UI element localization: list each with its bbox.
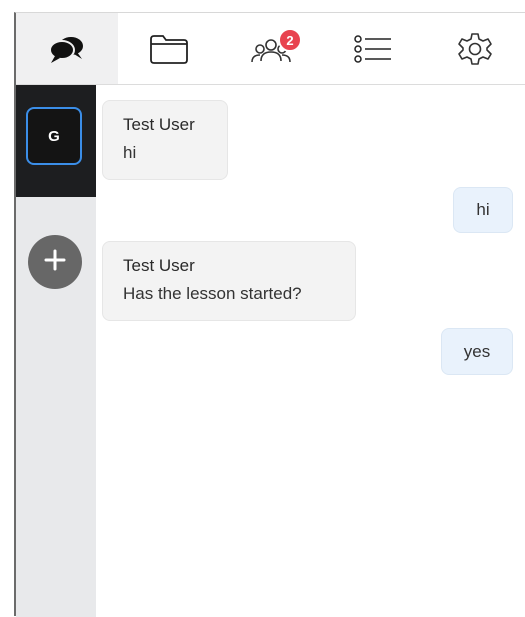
message-list: Test User hi hi Test User Has the lesson… bbox=[96, 85, 525, 617]
message-outgoing: yes bbox=[441, 328, 513, 375]
plus-icon bbox=[44, 249, 66, 276]
window-frame-top bbox=[0, 0, 525, 12]
active-workspace-highlight: G bbox=[16, 85, 96, 197]
chat-bubbles-icon bbox=[47, 34, 87, 64]
gear-icon bbox=[457, 31, 493, 67]
tab-settings[interactable] bbox=[424, 13, 525, 84]
workspace-initial: G bbox=[48, 127, 60, 145]
message-text: hi bbox=[476, 200, 490, 219]
message-text: hi bbox=[123, 143, 137, 162]
tab-bar: 2 bbox=[16, 13, 525, 85]
tab-list[interactable] bbox=[322, 13, 424, 84]
window-frame-left bbox=[0, 0, 14, 616]
workspace-sidebar: G bbox=[16, 85, 96, 617]
message-sender: Test User bbox=[123, 256, 195, 275]
workspace-g-button[interactable]: G bbox=[26, 107, 82, 165]
message-incoming: Test User Has the lesson started? bbox=[102, 241, 356, 321]
message-incoming: Test User hi bbox=[102, 100, 228, 180]
tab-files[interactable] bbox=[118, 13, 220, 84]
message-outgoing: hi bbox=[453, 187, 513, 233]
list-icon bbox=[353, 34, 393, 64]
folder-icon bbox=[149, 34, 189, 64]
message-sender: Test User bbox=[123, 115, 195, 134]
message-text: Has the lesson started? bbox=[123, 284, 302, 303]
participants-count-badge: 2 bbox=[278, 28, 302, 52]
message-text: yes bbox=[463, 341, 491, 361]
tab-participants[interactable]: 2 bbox=[220, 13, 322, 84]
add-workspace-button[interactable] bbox=[28, 235, 82, 289]
tab-chats[interactable] bbox=[16, 13, 118, 84]
chat-app: 2 G Test User hi hi Test User Has the le… bbox=[14, 12, 525, 617]
